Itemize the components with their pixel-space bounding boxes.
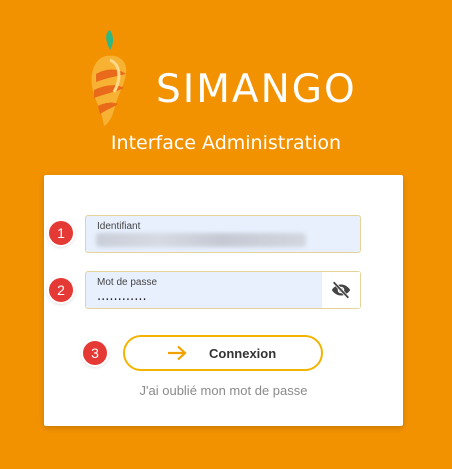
login-button[interactable]: Connexion bbox=[123, 335, 323, 371]
arrow-right-icon bbox=[168, 345, 187, 361]
forgot-password-link[interactable]: J'ai oublié mon mot de passe bbox=[44, 383, 403, 398]
password-field[interactable]: Mot de passe ............ bbox=[85, 271, 361, 309]
password-label: Mot de passe bbox=[97, 277, 158, 288]
mango-logo-icon bbox=[91, 30, 127, 126]
login-button-label: Connexion bbox=[209, 346, 277, 361]
annotation-badge-3: 3 bbox=[83, 341, 107, 365]
toggle-password-button[interactable] bbox=[321, 272, 360, 308]
login-card: 1 Identifiant 2 Mot de passe ...........… bbox=[44, 175, 403, 426]
password-value: ............ bbox=[97, 289, 147, 304]
brand-name: SIMANGO bbox=[156, 67, 357, 112]
identifier-field[interactable]: Identifiant bbox=[85, 215, 361, 253]
eye-off-icon bbox=[331, 281, 351, 299]
page-subtitle: Interface Administration bbox=[110, 132, 342, 154]
logo-area: SIMANGO bbox=[0, 0, 452, 130]
annotation-badge-2: 2 bbox=[49, 278, 73, 302]
identifier-label: Identifiant bbox=[97, 221, 141, 232]
annotation-badge-1: 1 bbox=[49, 221, 73, 245]
blurred-identifier-value bbox=[96, 233, 306, 247]
